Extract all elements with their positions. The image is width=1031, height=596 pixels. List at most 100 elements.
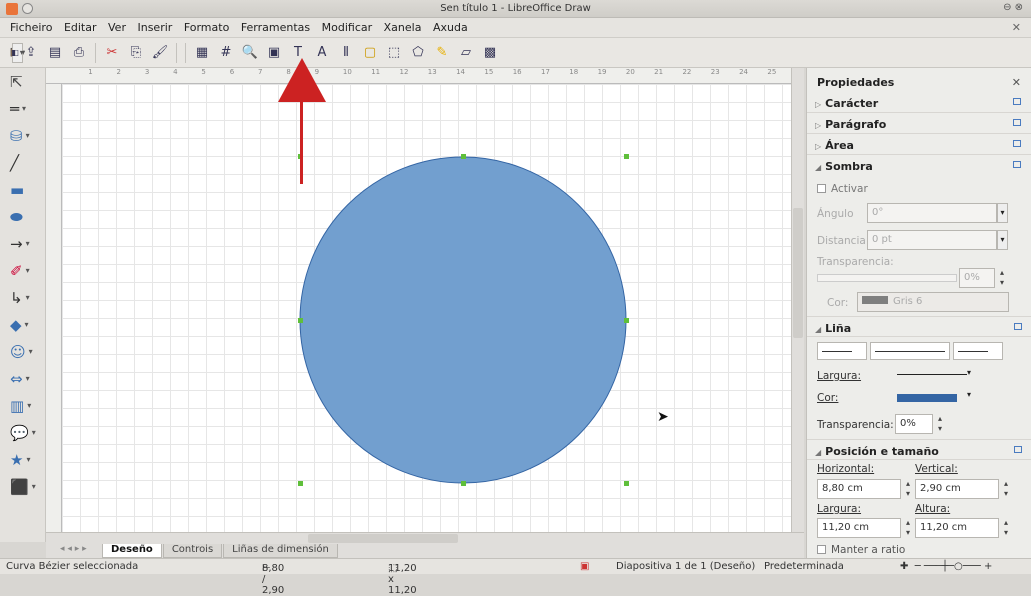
line-transparency-spin[interactable]: ▴ ▾ xyxy=(935,414,945,434)
arrow-end-style[interactable] xyxy=(953,342,1003,360)
height-spin[interactable]: ▴ ▾ xyxy=(1001,518,1011,538)
scroll-thumb[interactable] xyxy=(308,534,458,543)
line-icon[interactable]: ╱ xyxy=(0,149,45,176)
selection-handle[interactable] xyxy=(624,318,629,323)
block-arrows-icon[interactable]: ⇔ ▾ xyxy=(0,365,45,392)
3d-objects-icon[interactable]: ⬛ ▾ xyxy=(0,473,45,500)
section-paragrafo[interactable]: ▷ Parágrafo xyxy=(807,113,1031,134)
distance-dropdown-icon[interactable]: ▾ xyxy=(997,230,1008,250)
curve-icon[interactable]: ✐ ▾ xyxy=(0,257,45,284)
angle-dropdown-icon[interactable]: ▾ xyxy=(997,203,1008,223)
more-options-icon[interactable] xyxy=(1013,140,1021,147)
line-color-icon[interactable]: ═ ▾ xyxy=(0,95,45,122)
selection-handle[interactable] xyxy=(298,481,303,486)
select-icon[interactable]: ⇱ xyxy=(0,68,45,95)
menu-inserir[interactable]: Inserir xyxy=(133,18,176,37)
line-style-select[interactable] xyxy=(870,342,950,360)
vertical-scrollbar[interactable] xyxy=(791,68,804,532)
line-width-select[interactable] xyxy=(897,374,967,375)
shadow-transparency-field[interactable]: 0% xyxy=(959,268,995,288)
scroll-thumb[interactable] xyxy=(793,208,803,338)
more-options-icon[interactable] xyxy=(1013,161,1021,168)
selection-handle[interactable] xyxy=(624,154,629,159)
selection-handle[interactable] xyxy=(298,318,303,323)
menu-modificar[interactable]: Modificar xyxy=(318,18,377,37)
tab-controis[interactable]: Controis xyxy=(162,544,223,558)
window-controls[interactable]: ⊖ ⊗ xyxy=(1003,2,1023,13)
rectangle-icon[interactable]: ▬ xyxy=(0,176,45,203)
keep-ratio-row[interactable]: Manter a ratio xyxy=(817,544,905,556)
cut-icon[interactable]: ✂ xyxy=(102,43,122,63)
more-options-icon[interactable] xyxy=(1014,323,1022,330)
symbol-shapes-icon[interactable]: ☺ ▾ xyxy=(0,338,45,365)
width-spin[interactable]: ▴ ▾ xyxy=(903,518,913,538)
height-field[interactable]: 11,20 cm xyxy=(915,518,999,538)
copy-icon[interactable]: ⎘ xyxy=(126,43,146,63)
export-pdf-icon[interactable]: ▤ xyxy=(45,43,65,63)
toggle-icon[interactable]: ▩ xyxy=(480,43,500,63)
line-transparency-field[interactable]: 0% xyxy=(895,414,933,434)
menu-ferramentas[interactable]: Ferramentas xyxy=(237,18,314,37)
tab-linas-dimension[interactable]: Liñas de dimensión xyxy=(223,544,338,558)
selected-circle-shape[interactable] xyxy=(299,156,627,484)
more-options-icon[interactable] xyxy=(1014,446,1022,453)
points-icon[interactable]: ⬠ xyxy=(408,43,428,63)
shadow-icon[interactable]: ▢ xyxy=(360,43,380,63)
shadow-transparency-spin[interactable]: ▴ ▾ xyxy=(997,268,1007,288)
helplines-icon[interactable]: # xyxy=(216,43,236,63)
more-options-icon[interactable] xyxy=(1013,119,1021,126)
menu-axuda[interactable]: Axuda xyxy=(429,18,472,37)
clone-format-icon[interactable]: 🖌 xyxy=(150,43,170,63)
arrange-icon[interactable]: ◧ xyxy=(11,42,23,63)
menu-ver[interactable]: Ver xyxy=(104,18,130,37)
menu-editar[interactable]: Editar xyxy=(60,18,101,37)
shadow-color-button[interactable]: Gris 6 xyxy=(857,292,1009,312)
vertical-field[interactable]: 2,90 cm xyxy=(915,479,999,499)
width-field[interactable]: 11,20 cm xyxy=(817,518,901,538)
drawing-canvas[interactable] xyxy=(62,84,791,532)
close-sidebar-icon[interactable]: ✕ xyxy=(1012,76,1021,89)
extrusion-icon[interactable]: ▱ xyxy=(456,43,476,63)
connector-icon[interactable]: ↳ ▾ xyxy=(0,284,45,311)
menu-ficheiro[interactable]: Ficheiro xyxy=(6,18,56,37)
basic-shapes-icon[interactable]: ◆ ▾ xyxy=(0,311,45,338)
keep-ratio-checkbox[interactable] xyxy=(817,545,826,554)
glue-icon[interactable]: ✎ xyxy=(432,43,452,63)
arrow-start-style[interactable] xyxy=(817,342,867,360)
selection-handle[interactable] xyxy=(461,481,466,486)
vertical-spin[interactable]: ▴ ▾ xyxy=(1001,479,1011,499)
selection-handle[interactable] xyxy=(624,481,629,486)
menu-xanela[interactable]: Xanela xyxy=(380,18,426,37)
shadow-transparency-slider[interactable] xyxy=(817,274,957,282)
distance-field[interactable]: 0 pt xyxy=(867,230,997,250)
callouts-icon[interactable]: 💬 ▾ xyxy=(0,419,45,446)
ellipse-icon[interactable]: ⬬ xyxy=(0,203,45,230)
section-sombra[interactable]: ◢ Sombra xyxy=(807,155,1031,176)
print-icon[interactable]: ⎙ xyxy=(69,43,89,63)
tab-deseno[interactable]: Deseño xyxy=(102,544,162,558)
grid-icon[interactable]: ▦ xyxy=(192,43,212,63)
arrow-line-icon[interactable]: → ▾ xyxy=(0,230,45,257)
flowchart-icon[interactable]: ▥ ▾ xyxy=(0,392,45,419)
crop-icon[interactable]: ⬚ xyxy=(384,43,404,63)
distribute-icon[interactable]: ⫴ xyxy=(336,43,356,63)
section-posicion[interactable]: ◢ Posición e tamaño xyxy=(807,439,1031,460)
horizontal-scrollbar[interactable] xyxy=(46,532,804,544)
section-area[interactable]: ▷ Área xyxy=(807,134,1031,155)
stars-icon[interactable]: ★ ▾ xyxy=(0,446,45,473)
zoom-slider[interactable]: ✚ ─ ───┼─○─── + xyxy=(900,561,992,572)
close-document-icon[interactable]: ✕ xyxy=(1012,21,1021,34)
line-color-dropdown-icon[interactable]: ▾ xyxy=(967,390,971,399)
line-width-dropdown-icon[interactable]: ▾ xyxy=(967,368,971,377)
fill-color-icon[interactable]: ⛁ ▾ xyxy=(0,122,45,149)
shadow-checkbox[interactable] xyxy=(817,184,826,193)
section-lina[interactable]: ◢ Liña xyxy=(807,316,1031,337)
line-color-swatch[interactable] xyxy=(897,394,957,402)
tab-navigation-arrows[interactable]: ◂ ◂ ▸ ▸ xyxy=(46,544,102,558)
horizontal-spin[interactable]: ▴ ▾ xyxy=(903,479,913,499)
zoom-icon[interactable]: 🔍 xyxy=(240,43,260,63)
section-caracter[interactable]: ▷ Carácter xyxy=(807,92,1031,113)
menu-formato[interactable]: Formato xyxy=(180,18,234,37)
angle-field[interactable]: 0° xyxy=(867,203,997,223)
shadow-activate-row[interactable]: Activar xyxy=(817,183,868,195)
